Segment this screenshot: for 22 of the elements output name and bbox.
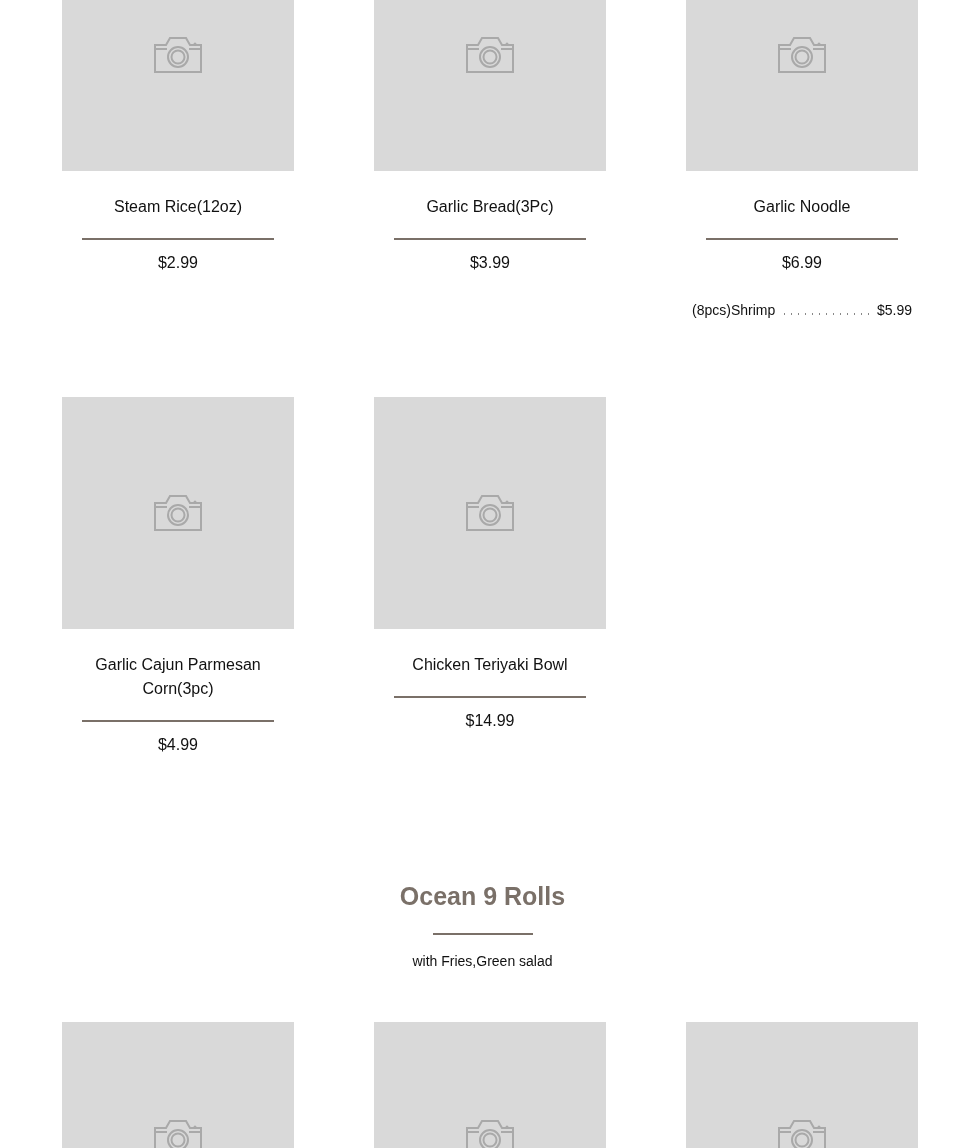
camera-icon [153, 493, 203, 533]
camera-icon [465, 493, 515, 533]
section-title: Ocean 9 Rolls [399, 881, 566, 911]
item-name: Steam Rice(12oz) [112, 197, 243, 217]
item-name: Chicken Teriyaki Bowl [411, 655, 569, 675]
item-name: Garlic Cajun Parmesan Corn(3pc) [94, 655, 262, 699]
camera-icon [465, 35, 515, 75]
camera-icon [153, 35, 203, 75]
item-price: $2.99 [157, 253, 198, 273]
item-name: Garlic Bread(3Pc) [425, 197, 555, 217]
camera-icon [777, 1118, 827, 1148]
item-price: $3.99 [469, 253, 510, 273]
item-price: $4.99 [157, 735, 198, 755]
item-price: $6.99 [781, 253, 822, 273]
item-price: $14.99 [465, 711, 515, 731]
section-subtitle: with Fries,Green salad [412, 952, 553, 970]
camera-icon [465, 1118, 515, 1148]
camera-icon [153, 1118, 203, 1148]
item-name: Garlic Noodle [752, 197, 852, 217]
extra-price: $5.99 [876, 301, 912, 319]
camera-icon [777, 35, 827, 75]
extra-name: (8pcs)Shrimp [692, 301, 776, 319]
